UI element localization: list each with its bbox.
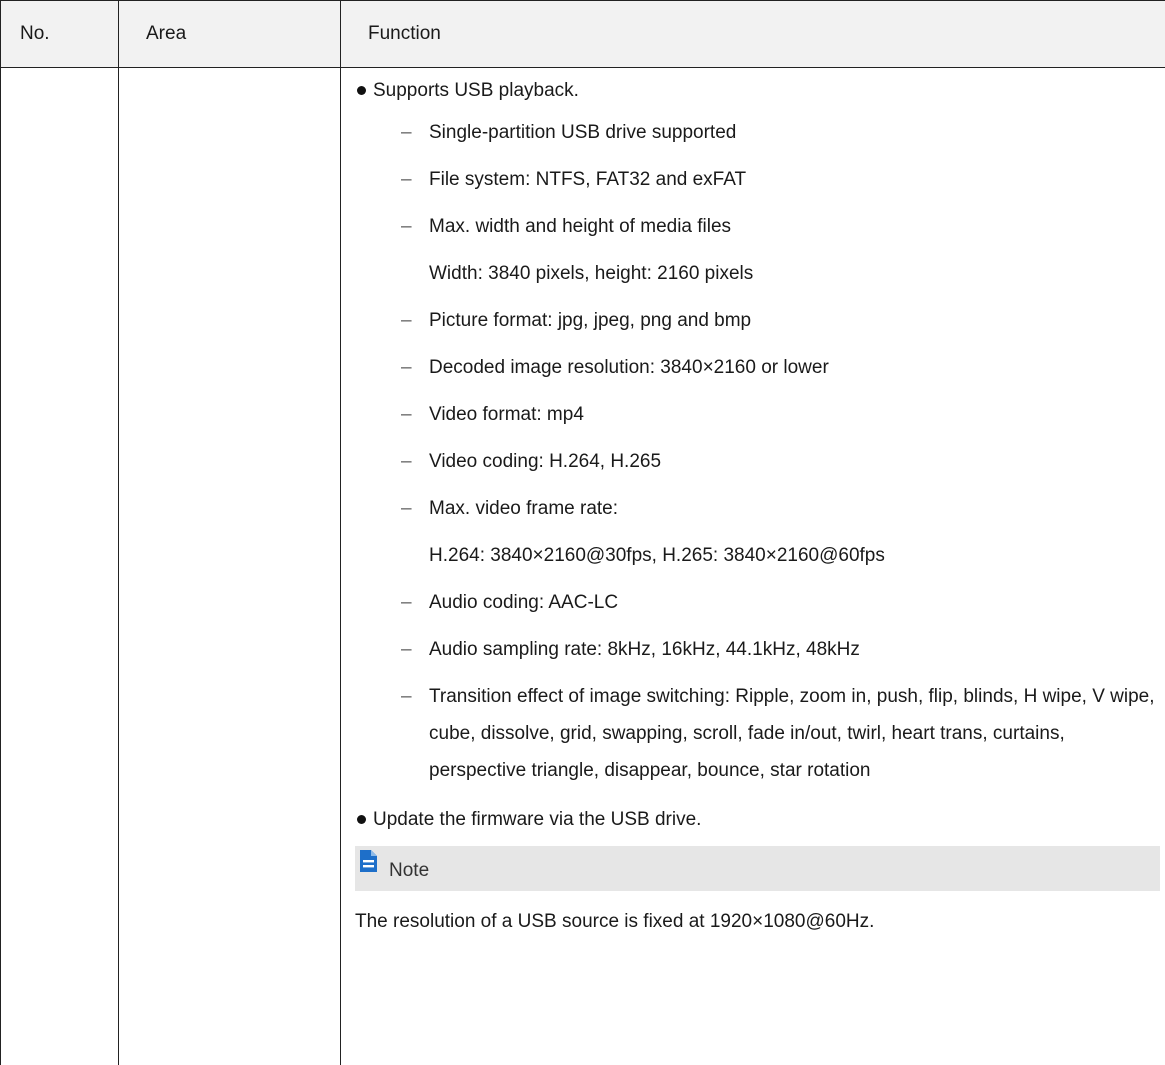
dash-marker: – bbox=[401, 310, 412, 331]
spec-list-item: – Video coding: H.264, H.265 bbox=[355, 443, 1160, 480]
bullet-usb-playback: Supports USB playback. bbox=[355, 68, 1160, 114]
spec-text: File system: NTFS, FAT32 and exFAT bbox=[429, 169, 747, 190]
dash-marker: – bbox=[401, 169, 412, 190]
spec-text: Decoded image resolution: 3840×2160 or l… bbox=[429, 357, 829, 378]
note-label: Note bbox=[389, 860, 430, 881]
spec-text: Max. video frame rate: bbox=[429, 498, 619, 519]
document-note-icon bbox=[360, 850, 377, 872]
table-border-top bbox=[0, 0, 1165, 1]
dash-marker: – bbox=[401, 498, 412, 519]
spec-text: Video format: mp4 bbox=[429, 404, 584, 425]
dash-marker: – bbox=[401, 122, 412, 143]
table-border-left bbox=[0, 0, 1, 1065]
dash-marker: – bbox=[401, 686, 412, 707]
bullet-text: Update the firmware via the USB drive. bbox=[373, 809, 702, 830]
spec-list-item: – Max. video frame rate: H.264: 3840×2160@… bbox=[355, 490, 1160, 574]
header-area: Area bbox=[146, 23, 187, 44]
spec-list-item: – Transition effect of image switching: R… bbox=[355, 678, 1160, 789]
dash-marker: – bbox=[401, 639, 412, 660]
spec-list-item: – Video format: mp4 bbox=[355, 396, 1160, 433]
header-function: Function bbox=[368, 23, 441, 44]
spec-continuation-text: Width: 3840 pixels, height: 2160 pixels bbox=[429, 263, 754, 284]
spec-text: Picture format: jpg, jpeg, png and bmp bbox=[429, 310, 752, 331]
spec-list-item: – Max. width and height of media files Wid… bbox=[355, 208, 1160, 292]
bullet-firmware-update: Update the firmware via the USB drive. bbox=[355, 797, 1160, 843]
dash-marker: – bbox=[401, 404, 412, 425]
spec-text: Single-partition USB drive supported bbox=[429, 122, 737, 143]
spec-text: Video coding: H.264, H.265 bbox=[429, 451, 662, 472]
header-no: No. bbox=[20, 23, 50, 44]
note-text: The resolution of a USB source is fixed … bbox=[355, 911, 875, 932]
dash-marker: – bbox=[401, 592, 412, 613]
note-box: Note bbox=[355, 846, 1160, 891]
spec-text: Audio sampling rate: 8kHz, 16kHz, 44.1kH… bbox=[429, 639, 860, 660]
bullet-text: Supports USB playback. bbox=[373, 80, 579, 101]
dash-marker: – bbox=[401, 216, 412, 237]
dash-marker: – bbox=[401, 357, 412, 378]
bullet-dot bbox=[357, 86, 366, 95]
spec-text: Audio coding: AAC-LC bbox=[429, 592, 619, 613]
spec-list-item: – Audio sampling rate: 8kHz, 16kHz, 44.1k… bbox=[355, 631, 1160, 668]
spec-list-item: – Audio coding: AAC-LC bbox=[355, 584, 1160, 621]
spec-text: Max. width and height of media files bbox=[429, 216, 732, 237]
spec-list-item: – File system: NTFS, FAT32 and exFAT bbox=[355, 161, 1160, 198]
spec-continuation-text: H.264: 3840×2160@30fps, H.265: 3840×2160… bbox=[429, 545, 885, 566]
spec-text: Transition effect of image switching: Ri… bbox=[429, 686, 1155, 781]
bullet-dot bbox=[357, 815, 366, 824]
function-cell: Supports USB playback. – Single-partition… bbox=[355, 68, 1160, 945]
spec-list-item: – Single-partition USB drive supported bbox=[355, 114, 1160, 151]
spec-list-item: – Decoded image resolution: 3840×2160 or … bbox=[355, 349, 1160, 386]
dash-marker: – bbox=[401, 451, 412, 472]
column-divider-no-area bbox=[118, 0, 119, 1065]
spec-table: No. Area Function Supports USB playback.… bbox=[0, 0, 1165, 1065]
column-divider-area-function bbox=[340, 0, 341, 1065]
spec-list-item: – Picture format: jpg, jpeg, png and bmp bbox=[355, 302, 1160, 339]
usb-playback-spec-list: – Single-partition USB drive supported – Fi… bbox=[355, 114, 1160, 789]
